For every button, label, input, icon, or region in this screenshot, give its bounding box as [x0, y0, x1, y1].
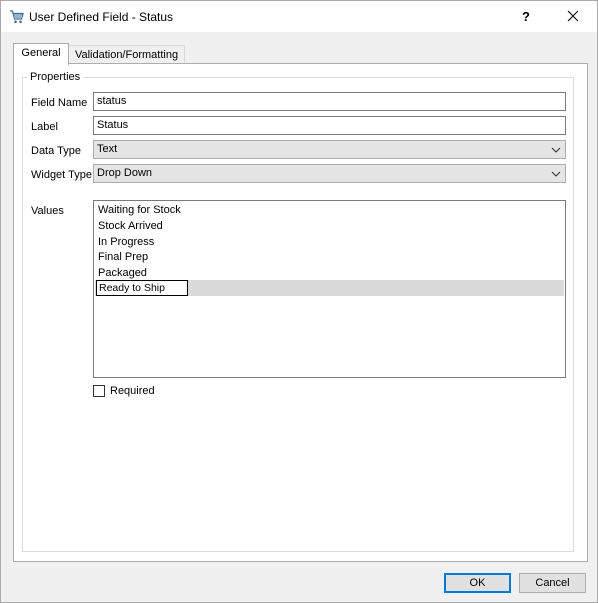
field-name-input[interactable]: status — [93, 92, 566, 111]
list-item-edit-input[interactable]: Ready to Ship — [96, 280, 188, 296]
cancel-button[interactable]: Cancel — [519, 573, 586, 593]
ok-button[interactable]: OK — [444, 573, 511, 593]
data-type-value: Text — [97, 143, 118, 155]
data-type-select[interactable]: Text — [93, 140, 566, 159]
list-item-selected[interactable]: Ready to Ship — [95, 280, 564, 296]
required-label[interactable]: Required — [110, 385, 155, 397]
widget-type-value: Drop Down — [97, 167, 153, 179]
list-item[interactable]: Waiting for Stock — [98, 202, 181, 218]
values-label: Values — [31, 205, 64, 217]
label-input[interactable]: Status — [93, 116, 566, 135]
required-checkbox[interactable] — [93, 385, 105, 397]
window-title: User Defined Field - Status — [29, 10, 174, 24]
field-name-label: Field Name — [31, 97, 88, 109]
chevron-down-icon — [551, 147, 561, 153]
widget-type-select[interactable]: Drop Down — [93, 164, 566, 183]
data-type-label: Data Type — [31, 145, 81, 157]
values-list[interactable]: Waiting for Stock Stock Arrived In Progr… — [93, 200, 566, 378]
tab-general[interactable]: General — [13, 43, 69, 65]
widget-type-label: Widget Type — [31, 169, 92, 181]
close-button[interactable] — [556, 1, 590, 32]
shopping-cart-icon — [9, 9, 25, 25]
list-item[interactable]: Packaged — [98, 265, 147, 281]
close-icon — [567, 10, 579, 22]
help-button[interactable]: ? — [511, 1, 541, 32]
tab-validation-formatting[interactable]: Validation/Formatting — [69, 45, 185, 65]
list-item[interactable]: Stock Arrived — [98, 218, 163, 234]
list-item[interactable]: Final Prep — [98, 249, 148, 265]
properties-group-title: Properties — [27, 71, 84, 83]
dialog-window: User Defined Field - Status ? Validation… — [0, 0, 598, 603]
list-item[interactable]: In Progress — [98, 234, 154, 250]
label-label: Label — [31, 121, 58, 133]
title-bar: User Defined Field - Status ? — [1, 1, 597, 32]
chevron-down-icon — [551, 171, 561, 177]
